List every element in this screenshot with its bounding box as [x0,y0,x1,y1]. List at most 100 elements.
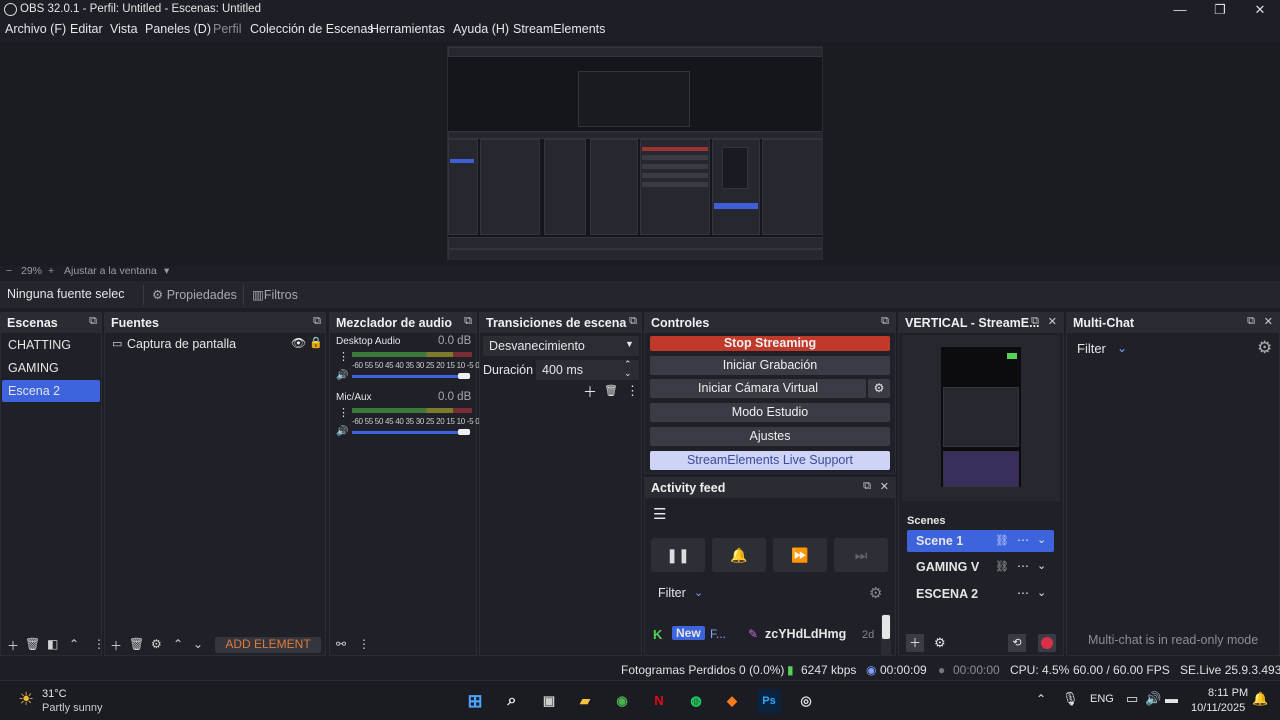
file-explorer-icon[interactable]: ▰ [573,689,597,713]
mute-alerts-button[interactable]: 🔔 [712,538,766,572]
add-element-button[interactable]: ADD ELEMENT [215,637,321,653]
tray-expand-icon[interactable]: ⌃ [1036,692,1046,706]
multichat-filter-label[interactable]: Filter [1077,341,1106,356]
remove-transition-icon[interactable]: 🗑 [604,384,618,397]
link-icon[interactable]: ⛓ [995,534,1009,547]
menu-perfil[interactable]: Perfil [213,22,241,36]
menu-coleccion[interactable]: Colección de Escenas [250,22,374,36]
chevron-down-icon[interactable]: ⌄ [1037,586,1046,599]
menu-streamelements[interactable]: StreamElements [513,22,605,36]
chrome-icon[interactable]: ◉ [610,689,634,713]
clock-date[interactable]: 10/11/2025 [1191,702,1245,714]
dock-close-icon[interactable]: ✕ [880,480,889,493]
gear-icon[interactable]: ⚙ [934,635,946,651]
menu-editar[interactable]: Editar [70,22,103,36]
battery-icon[interactable]: ▬ [1165,691,1178,706]
task-view-icon[interactable]: ▣ [537,689,561,713]
chevron-down-icon[interactable]: ⌄ [1037,559,1046,572]
minimize-button[interactable]: — [1160,0,1200,20]
eye-icon[interactable]: 👁 [291,336,306,350]
remove-source-icon[interactable]: 🗑 [129,637,144,651]
activity-entry[interactable]: K New F... ✎ zcYHdLdHmg 2d [650,624,880,646]
hamburger-menu-icon[interactable]: ☰ [653,505,666,523]
source-item[interactable]: ▭ Captura de pantalla 👁 🔒 [111,336,323,354]
transition-select[interactable]: Desvanecimiento ▼ [483,336,639,356]
start-recording-button[interactable]: Iniciar Grabación [650,356,890,375]
volume-slider[interactable] [352,375,470,378]
link-icon[interactable]: ⚯ [336,637,346,651]
language-indicator[interactable]: ENG [1090,693,1114,705]
volume-slider[interactable] [352,431,470,434]
more-icon[interactable]: ⋯ [1017,533,1029,547]
zoom-dropdown-icon[interactable]: ▾ [164,265,169,277]
gear-icon[interactable]: ⚙ [1257,338,1272,358]
volume-knob[interactable] [458,373,470,379]
spotify-icon[interactable]: ◍ [684,689,708,713]
more-icon[interactable]: ⋮ [358,637,370,651]
microphone-icon[interactable]: 🎙 [1062,691,1079,707]
pause-button[interactable]: ❚❚ [651,538,705,572]
vertical-preview[interactable] [902,335,1060,501]
more-icon[interactable]: ⋯ [1017,586,1029,600]
add-transition-icon[interactable]: ＋ [583,382,597,402]
clock-time[interactable]: 8:11 PM [1208,687,1248,699]
live-support-button[interactable]: StreamElements Live Support [650,451,890,470]
add-scene-icon[interactable]: ＋ [7,637,19,654]
skip-end-button[interactable]: ⏭ [834,538,888,572]
scene-item-chatting[interactable]: CHATTING [2,334,100,356]
maximize-button[interactable]: ❐ [1200,0,1240,20]
settings-button[interactable]: Ajustes [650,427,890,446]
scene-item-escena-2[interactable]: Escena 2 [2,380,100,402]
studio-mode-button[interactable]: Modo Estudio [650,403,890,422]
vertical-scene-item[interactable]: GAMING V ⛓ ⋯ ⌄ [907,556,1054,578]
channel-menu-icon[interactable]: ⋮ [338,406,349,419]
duration-input[interactable]: 400 ms ⌃ ⌄ [536,359,639,380]
preview-canvas[interactable] [447,46,823,260]
close-button[interactable]: ✕ [1240,0,1280,20]
scene-item-gaming[interactable]: GAMING [2,357,100,379]
dock-undock-icon[interactable]: ⧉ [464,315,472,328]
move-down-icon[interactable]: ⌄ [193,637,203,651]
volume-icon[interactable]: 🔊 [1145,691,1161,707]
zoom-fit-label[interactable]: Ajustar a la ventana [64,265,157,277]
scrollbar[interactable] [881,614,891,656]
source-properties-icon[interactable]: ⚙ [151,637,162,651]
gear-icon[interactable]: ⚙ [869,584,882,602]
dock-undock-icon[interactable]: ⧉ [313,315,321,328]
notification-icon[interactable]: 🔔 [1252,691,1268,707]
windows-start-icon[interactable]: ⊞ [463,689,487,713]
chevron-down-icon[interactable]: ⌄ [1037,533,1046,546]
menu-herramientas[interactable]: Herramientas [370,22,445,36]
more-icon[interactable]: ⋯ [1017,559,1029,573]
dock-undock-icon[interactable]: ⧉ [1247,315,1255,328]
stop-streaming-button[interactable]: Stop Streaming [650,336,890,351]
move-up-icon[interactable]: ⌃ [69,637,79,651]
dock-undock-icon[interactable]: ⧉ [863,480,871,493]
remove-scene-icon[interactable]: 🗑 [25,637,40,651]
record-button[interactable] [1038,634,1056,652]
channel-menu-icon[interactable]: ⋮ [338,350,349,363]
volume-knob[interactable] [458,429,470,435]
menu-vista[interactable]: Vista [110,22,138,36]
add-scene-icon[interactable]: ＋ [906,634,924,652]
app-icon[interactable]: ◆ [720,689,744,713]
properties-button[interactable]: ⚙ Propiedades [143,285,245,305]
history-icon[interactable]: ⟲ [1008,634,1026,652]
vertical-scene-item[interactable]: Scene 1 ⛓ ⋯ ⌄ [907,530,1054,552]
add-source-icon[interactable]: ＋ [110,637,122,654]
speaker-icon[interactable]: 🔊 [336,370,348,381]
dock-undock-icon[interactable]: ⧉ [629,315,637,328]
vertical-scene-item[interactable]: ESCENA 2 ⋯ ⌄ [907,583,1054,605]
dock-undock-icon[interactable]: ⧉ [89,315,97,328]
speaker-icon[interactable]: 🔊 [336,426,348,437]
photoshop-icon[interactable]: Ps [757,689,781,713]
activity-filter-label[interactable]: Filter [658,586,686,600]
menu-ayuda[interactable]: Ayuda (H) [453,22,509,36]
zoom-out-button[interactable]: − [6,265,12,277]
chevron-down-icon[interactable]: ⌄ [694,586,703,599]
dock-close-icon[interactable]: ✕ [1048,315,1057,328]
search-icon[interactable]: ⌕ [500,689,524,713]
network-icon[interactable]: ▭ [1126,691,1138,707]
filters-button[interactable]: ▥Filtros [243,285,306,305]
weather-icon[interactable]: ☀ [18,689,34,710]
